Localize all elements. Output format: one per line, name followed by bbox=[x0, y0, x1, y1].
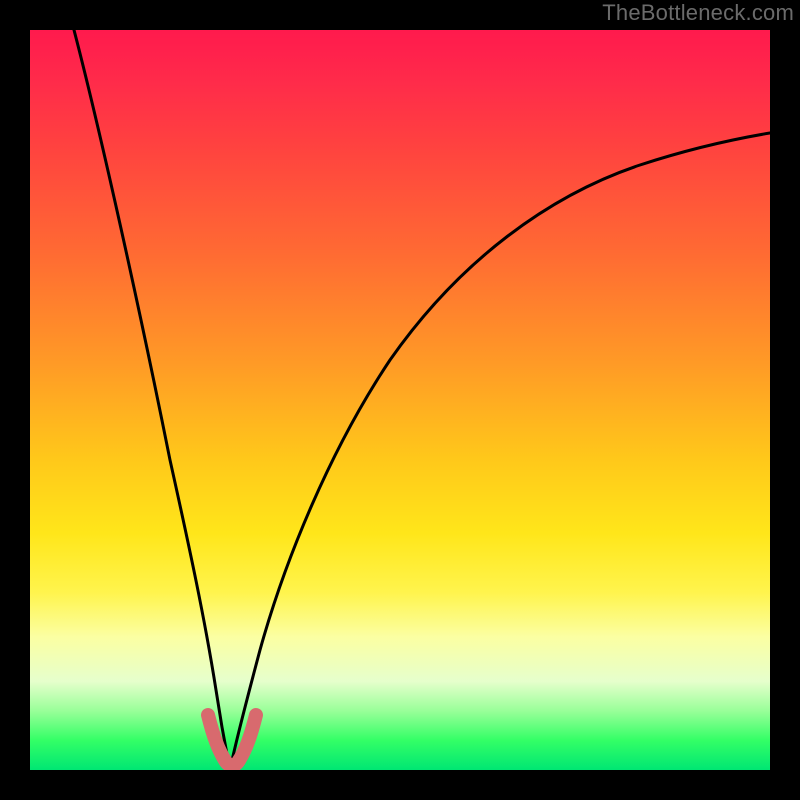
chart-svg bbox=[30, 30, 770, 770]
chart-frame: TheBottleneck.com bbox=[0, 0, 800, 800]
plot-area bbox=[30, 30, 770, 770]
right-curve bbox=[230, 133, 770, 770]
left-curve bbox=[74, 30, 230, 770]
bottom-u-mark bbox=[208, 715, 256, 766]
watermark-text: TheBottleneck.com bbox=[602, 0, 794, 26]
